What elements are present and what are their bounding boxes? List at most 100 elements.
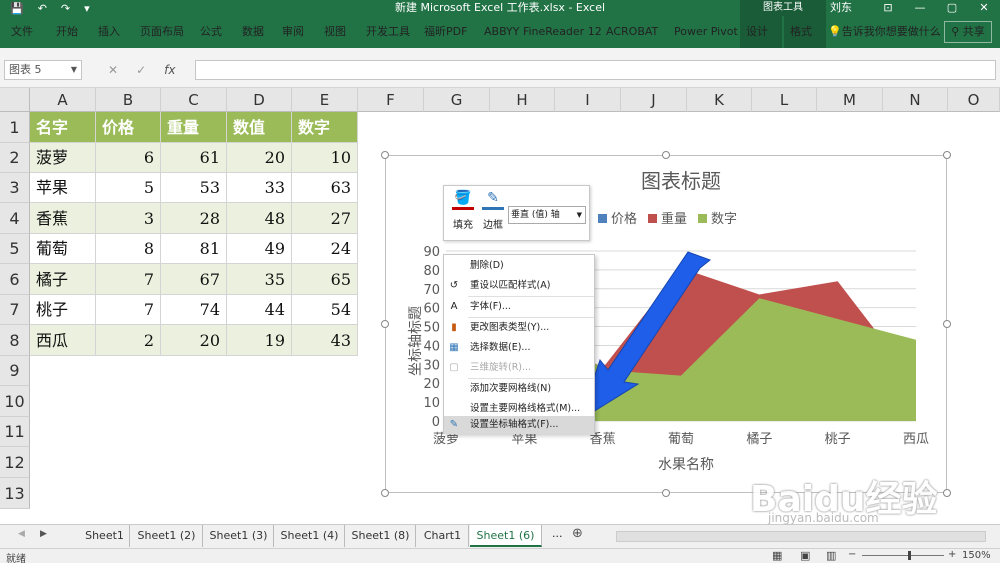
tab-format[interactable]: 格式 (784, 16, 826, 48)
row-header[interactable]: 1 (0, 112, 30, 143)
zoom-slider[interactable] (862, 555, 944, 556)
tab-insert[interactable]: 插入 (92, 16, 126, 48)
row-header[interactable]: 8 (0, 325, 30, 356)
enter-icon[interactable]: ✓ (136, 60, 146, 80)
menu-item-font[interactable]: A 字体(F)... (444, 297, 594, 317)
table-cell[interactable]: 44 (227, 295, 292, 325)
table-cell[interactable]: 7 (96, 295, 161, 325)
table-cell[interactable]: 27 (292, 203, 358, 234)
formula-input[interactable] (195, 60, 996, 80)
row-header[interactable]: 10 (0, 386, 30, 417)
resize-handle[interactable] (943, 489, 951, 497)
sheet-tab[interactable]: Sheet1 (4) (275, 525, 345, 547)
tab-page-layout[interactable]: 页面布局 (134, 16, 190, 48)
row-header[interactable]: 2 (0, 143, 30, 173)
tab-design[interactable]: 设计 (740, 16, 782, 48)
tell-me-box[interactable]: 💡告诉我你想要做什么 (828, 16, 941, 48)
table-cell[interactable]: 苹果 (30, 173, 96, 203)
table-cell[interactable]: 20 (227, 143, 292, 173)
menu-item-change-chart-type[interactable]: ▮ 更改图表类型(Y)... (444, 318, 594, 338)
x-axis-title[interactable]: 水果名称 (658, 457, 714, 473)
resize-handle[interactable] (381, 489, 389, 497)
table-cell[interactable]: 67 (161, 264, 227, 295)
scroll-right-icon[interactable]: ▶ (40, 529, 47, 539)
table-cell[interactable]: 6 (96, 143, 161, 173)
table-cell[interactable]: 10 (292, 143, 358, 173)
chart-title[interactable]: 图表标题 (641, 169, 721, 193)
table-cell[interactable]: 香蕉 (30, 203, 96, 234)
close-button[interactable]: ✕ (968, 0, 1000, 16)
column-header[interactable]: I (555, 88, 621, 112)
table-cell[interactable]: 5 (96, 173, 161, 203)
ribbon-options-icon[interactable]: ⊡ (872, 0, 904, 16)
horizontal-scrollbar[interactable] (616, 531, 986, 542)
y-axis-title[interactable]: 坐标轴标题 (408, 306, 424, 376)
minimize-button[interactable]: — (904, 0, 936, 16)
row-header[interactable]: 5 (0, 234, 30, 264)
column-header[interactable]: N (883, 88, 948, 112)
zoom-out-button[interactable]: − (848, 549, 856, 560)
column-header[interactable]: C (161, 88, 227, 112)
resize-handle[interactable] (943, 320, 951, 328)
resize-handle[interactable] (381, 320, 389, 328)
chevron-down-icon[interactable]: ▼ (71, 61, 77, 79)
table-cell[interactable]: 3 (96, 203, 161, 234)
tab-foxit-pdf[interactable]: 福昕PDF (418, 16, 473, 48)
column-header[interactable]: D (227, 88, 292, 112)
table-cell[interactable]: 35 (227, 264, 292, 295)
select-all-corner[interactable] (0, 88, 30, 112)
table-cell[interactable]: 数字 (292, 112, 358, 143)
table-cell[interactable]: 74 (161, 295, 227, 325)
column-header[interactable]: O (948, 88, 1000, 112)
row-header[interactable]: 7 (0, 295, 30, 325)
table-cell[interactable]: 53 (161, 173, 227, 203)
table-cell[interactable]: 价格 (96, 112, 161, 143)
sheet-tab[interactable]: Sheet1 (8) (346, 525, 416, 547)
sheet-tab[interactable]: Sheet1 (80, 525, 130, 547)
zoom-level[interactable]: 150% (962, 550, 991, 561)
table-cell[interactable]: 61 (161, 143, 227, 173)
tab-home[interactable]: 开始 (50, 16, 84, 48)
table-cell[interactable]: 葡萄 (30, 234, 96, 264)
column-header[interactable]: A (30, 88, 96, 112)
menu-item-format-axis[interactable]: ✎ 设置坐标轴格式(F)... (444, 416, 594, 434)
row-header[interactable]: 11 (0, 417, 30, 447)
chart-element-select[interactable]: 垂直 (值) 轴 ▼ (508, 206, 586, 224)
column-header[interactable]: M (817, 88, 883, 112)
table-cell[interactable]: 2 (96, 325, 161, 356)
resize-handle[interactable] (943, 151, 951, 159)
table-cell[interactable]: 西瓜 (30, 325, 96, 356)
row-header[interactable]: 9 (0, 356, 30, 386)
column-header[interactable]: F (358, 88, 424, 112)
add-sheet-button[interactable]: ⊕ (572, 526, 583, 541)
table-cell[interactable]: 重量 (161, 112, 227, 143)
menu-item-add-minor-gridlines[interactable]: 添加次要网格线(N) (444, 379, 594, 399)
sheet-tab[interactable]: Sheet1 (3) (204, 525, 274, 547)
table-cell[interactable]: 名字 (30, 112, 96, 143)
menu-item-reset-style[interactable]: ↺ 重设以匹配样式(A) (444, 276, 594, 296)
column-header[interactable]: B (96, 88, 161, 112)
table-cell[interactable]: 数值 (227, 112, 292, 143)
insert-function-icon[interactable]: fx (164, 60, 175, 80)
row-header[interactable]: 12 (0, 447, 30, 478)
table-cell[interactable]: 橘子 (30, 264, 96, 295)
user-name[interactable]: 刘东 (830, 0, 852, 16)
row-header[interactable]: 13 (0, 478, 30, 509)
outline-button[interactable]: ✎ 边框 (480, 190, 506, 231)
more-sheets-button[interactable]: ... (552, 527, 563, 540)
table-cell[interactable]: 65 (292, 264, 358, 295)
table-cell[interactable]: 20 (161, 325, 227, 356)
tab-data[interactable]: 数据 (236, 16, 270, 48)
table-cell[interactable]: 48 (227, 203, 292, 234)
tab-acrobat[interactable]: ACROBAT (600, 16, 664, 48)
sheet-tab[interactable]: Sheet1 (2) (131, 525, 203, 547)
table-cell[interactable]: 54 (292, 295, 358, 325)
column-header[interactable]: E (292, 88, 358, 112)
zoom-slider-thumb[interactable] (908, 551, 911, 560)
column-header[interactable]: L (752, 88, 817, 112)
name-box[interactable]: 图表 5 ▼ (4, 60, 82, 80)
resize-handle[interactable] (662, 151, 670, 159)
table-cell[interactable]: 7 (96, 264, 161, 295)
table-cell[interactable]: 24 (292, 234, 358, 264)
menu-item-select-data[interactable]: ▦ 选择数据(E)... (444, 338, 594, 358)
